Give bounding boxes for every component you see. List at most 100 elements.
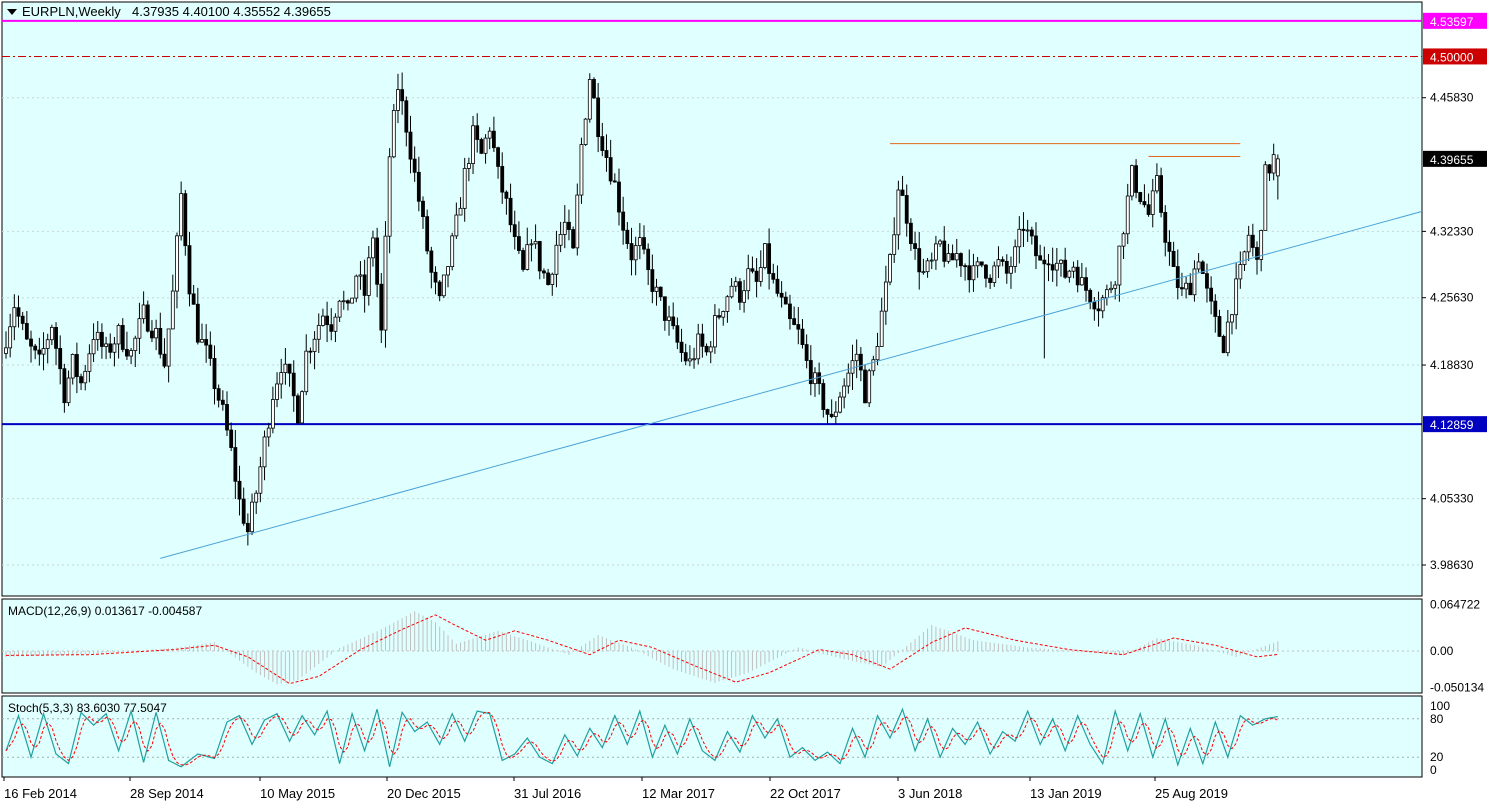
candle-body	[988, 277, 993, 283]
candle-body	[934, 243, 938, 261]
candle-body	[1213, 300, 1218, 317]
candle-body	[183, 193, 188, 247]
candle-body	[1067, 270, 1072, 278]
candle-body	[116, 325, 121, 345]
candle-body	[779, 292, 784, 298]
candle-body	[625, 229, 630, 244]
candle-body	[608, 157, 613, 182]
candle-body	[1038, 255, 1043, 261]
price-axis: 4.45830 4.32330 4.25630 4.18830 4.05330 3.986…	[1422, 12, 1487, 777]
time-tick-label: 22 Oct 2017	[770, 786, 841, 801]
candle-body	[917, 248, 922, 273]
candle-body	[658, 286, 663, 298]
candle-body	[708, 346, 713, 353]
candle-body	[854, 353, 859, 362]
candle-body	[16, 307, 21, 317]
price-tick-label: 4.18830	[1430, 358, 1474, 372]
candle-body	[1017, 228, 1022, 248]
candle-body	[633, 245, 638, 261]
candle-body	[49, 327, 54, 341]
candle-body	[767, 243, 772, 274]
price-tick-label: 4.32330	[1430, 224, 1474, 238]
candle-body	[650, 269, 655, 292]
stoch-tick-label: 0	[1430, 763, 1437, 777]
candle-body	[150, 330, 154, 339]
candle-body	[900, 189, 905, 196]
candle-body	[604, 150, 609, 158]
candle-body	[262, 436, 267, 468]
candle-body	[542, 270, 546, 274]
candle-body	[883, 281, 888, 312]
candle-body	[104, 343, 108, 347]
chart-symbol: EURPLN,Weekly	[22, 4, 121, 19]
candle-body	[125, 349, 129, 357]
candle-body	[1046, 263, 1051, 266]
candle-body	[575, 194, 580, 249]
candle-body	[100, 331, 104, 347]
candle-body	[1079, 277, 1084, 286]
candle-body	[333, 316, 338, 332]
candle-body	[154, 327, 159, 339]
candle-body	[621, 211, 626, 231]
time-tick-label: 13 Jan 2019	[1030, 786, 1102, 801]
candle-body	[329, 324, 334, 332]
candle-body	[162, 353, 167, 367]
candle-body	[275, 383, 279, 400]
candle-body	[41, 348, 46, 355]
candle-body	[617, 181, 621, 213]
candle-body	[354, 275, 359, 299]
candle-body	[858, 353, 863, 371]
candle-body	[1121, 233, 1126, 247]
candle-body	[667, 316, 671, 321]
candle-body	[1092, 301, 1097, 310]
candle-body	[54, 327, 58, 349]
time-tick-label: 28 Sep 2014	[130, 786, 204, 801]
candle-body	[200, 339, 204, 343]
candle-body	[450, 235, 455, 267]
candle-body	[967, 265, 972, 281]
candle-body	[583, 118, 588, 145]
macd-tick-label: 0.064722	[1430, 597, 1480, 611]
candle-body	[1184, 282, 1189, 290]
candle-body	[587, 79, 592, 120]
candle-body	[321, 315, 325, 326]
chart-canvas: 4.45830 4.32330 4.25630 4.18830 4.05330 3.986…	[1, 1, 1487, 801]
candle-body	[579, 144, 584, 196]
candle-body	[979, 261, 984, 266]
candle-body	[179, 193, 184, 237]
candle-body	[825, 409, 830, 415]
candle-body	[466, 163, 471, 169]
candle-body	[1180, 287, 1184, 290]
candle-body	[175, 235, 179, 292]
candle-body	[45, 339, 50, 349]
candle-body	[1009, 265, 1013, 274]
candle-body	[66, 377, 71, 404]
candle-body	[754, 270, 759, 282]
candle-body	[1034, 235, 1038, 257]
candle-body	[1242, 251, 1247, 265]
candle-body	[283, 363, 288, 373]
candle-body	[612, 180, 617, 183]
stoch-panel-bg	[1, 695, 1423, 778]
candle-body	[170, 290, 175, 330]
candle-body	[458, 207, 463, 216]
candle-body	[908, 222, 913, 245]
candle-body	[838, 396, 842, 413]
candle-body	[245, 522, 250, 533]
level-badge-label: 4.39655	[1430, 153, 1474, 167]
candle-body	[1150, 190, 1155, 215]
candle-body	[675, 325, 680, 343]
candle-body	[241, 498, 246, 524]
candle-body	[771, 273, 776, 280]
candle-body	[642, 237, 646, 250]
candle-body	[496, 147, 500, 167]
chart-window: 4.45830 4.32330 4.25630 4.18830 4.05330 3.986…	[0, 0, 1494, 807]
candle-body	[763, 243, 767, 268]
candle-body	[4, 347, 8, 354]
candle-body	[1155, 175, 1159, 192]
candle-body	[308, 350, 313, 353]
candle-body	[1050, 264, 1055, 271]
candle-body	[1113, 284, 1118, 289]
candle-body	[83, 370, 88, 384]
candle-body	[216, 388, 221, 401]
